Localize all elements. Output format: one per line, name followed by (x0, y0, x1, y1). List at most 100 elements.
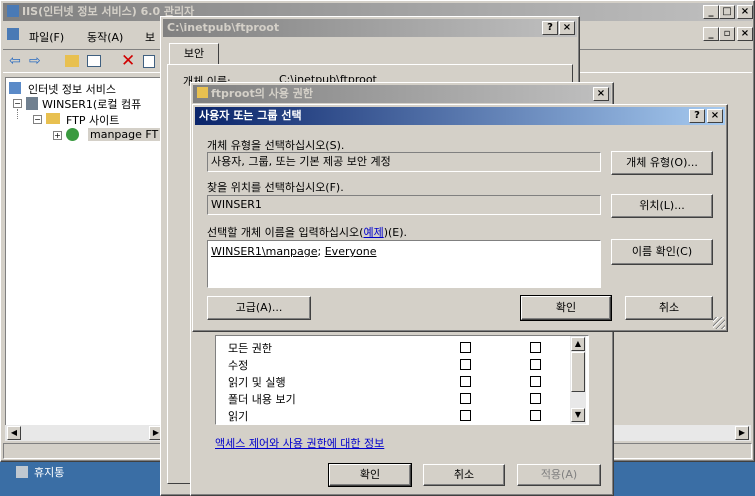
object-type-button-label: 개체 유형(O)... (626, 156, 698, 169)
back-arrow-icon[interactable]: ⇦ (9, 53, 21, 69)
show-tree-icon[interactable] (87, 55, 101, 67)
properties-titlebar: C:\inetpub\ftproot (163, 19, 577, 37)
tree-collapse-server[interactable]: − (13, 99, 22, 108)
tree-line (17, 109, 18, 119)
tree-hscrollbar[interactable]: ◀ ▶ (5, 425, 165, 441)
folder-icon (46, 113, 60, 124)
allow-read-execute-checkbox[interactable] (460, 376, 471, 387)
iis-root-icon (9, 82, 21, 94)
folder-title-icon (197, 87, 208, 98)
select-ok-label: 확인 (555, 301, 577, 314)
permissions-apply-button[interactable]: 적용(A) (517, 464, 601, 486)
check-names-button-label: 이름 확인(C) (631, 245, 693, 258)
check-names-button[interactable]: 이름 확인(C) (611, 239, 713, 265)
permissions-apply-label: 적용(A) (540, 468, 578, 481)
location-label: 찾을 위치를 선택하십시오(F). (207, 181, 344, 194)
permissions-ok-label: 확인 (359, 468, 381, 481)
permissions-close-button[interactable]: × (593, 87, 609, 101)
menu-file[interactable]: 파일(F) (29, 29, 64, 45)
properties-close-button[interactable]: × (559, 21, 575, 35)
allow-read-checkbox[interactable] (460, 410, 471, 421)
allow-list-folder-checkbox[interactable] (460, 393, 471, 404)
select-dialog-title: 사용자 또는 그룹 선택 (199, 109, 302, 122)
permissions-cancel-label: 취소 (453, 468, 475, 481)
menu-action[interactable]: 동작(A) (87, 29, 123, 45)
perm-full-control: 모든 권한 (228, 342, 272, 355)
server-icon (26, 97, 38, 110)
permission-vscrollbar[interactable]: ▲ ▼ (570, 336, 586, 424)
name-separator: ; (317, 245, 325, 258)
main-minimize-button[interactable]: _ (703, 5, 719, 19)
mdi-close-button[interactable]: × (737, 27, 753, 41)
mdi-icon (7, 28, 19, 40)
location-value: WINSER1 (211, 198, 262, 211)
tree-item-ftp-sites[interactable]: FTP 사이트 (66, 112, 119, 128)
tree-item-site[interactable]: manpage FT (88, 128, 161, 141)
allow-full-control-checkbox[interactable] (460, 342, 471, 353)
delete-icon[interactable]: ✕ (121, 51, 135, 71)
perm-read-execute: 읽기 및 실행 (228, 376, 286, 389)
perm-modify: 수정 (228, 359, 249, 372)
resize-grip-icon[interactable] (713, 317, 725, 329)
ftp-site-globe-icon (66, 128, 79, 141)
permissions-titlebar: ftproot의 사용 권한 (193, 85, 611, 103)
menu-view[interactable]: 보 (145, 29, 155, 45)
tree-expand-site[interactable]: + (53, 131, 62, 140)
tree-collapse-ftp[interactable]: − (33, 115, 42, 124)
permissions-ok-button[interactable]: 확인 (328, 463, 412, 487)
select-ok-button[interactable]: 확인 (520, 295, 612, 321)
permissions-cancel-button[interactable]: 취소 (423, 464, 505, 486)
mdi-minimize-button[interactable]: _ (703, 27, 719, 41)
tree-item-server[interactable]: WINSER1(로컬 컴퓨 (42, 96, 141, 112)
tab-security-label: 보안 (183, 47, 205, 60)
select-cancel-button[interactable]: 취소 (625, 296, 713, 320)
right-hscrollbar[interactable]: ▶ (601, 425, 751, 441)
forward-arrow-icon[interactable]: ⇨ (29, 53, 41, 69)
tree-pane: 인터넷 정보 서비스 − WINSER1(로컬 컴퓨 − FTP 사이트 + m… (5, 77, 163, 441)
deny-read-execute-checkbox[interactable] (530, 376, 541, 387)
perm-read: 읽기 (228, 410, 249, 423)
names-label-suffix: )(E). (383, 226, 408, 239)
right-scroll-right-button[interactable]: ▶ (735, 426, 749, 440)
permissions-title: ftproot의 사용 권한 (211, 87, 313, 100)
select-users-dialog: 사용자 또는 그룹 선택 ? × 개체 유형을 선택하십시오(S). 사용자, … (192, 104, 728, 332)
mdi-restore-button[interactable]: ▫ (719, 27, 735, 41)
recycle-bin-icon[interactable] (16, 466, 28, 478)
deny-full-control-checkbox[interactable] (530, 342, 541, 353)
deny-list-folder-checkbox[interactable] (530, 393, 541, 404)
up-folder-icon[interactable] (65, 55, 79, 67)
select-help-button[interactable]: ? (689, 109, 705, 123)
object-names-input[interactable]: WINSER1\manpage; Everyone (207, 240, 601, 288)
examples-link[interactable]: 예제 (363, 226, 383, 239)
properties-title: C:\inetpub\ftproot (167, 21, 280, 34)
select-close-button[interactable]: × (707, 109, 723, 123)
recycle-bin-label: 휴지통 (34, 466, 65, 479)
name-entry-everyone: Everyone (324, 245, 377, 258)
object-type-button[interactable]: 개체 유형(O)... (611, 151, 713, 175)
perm-scroll-up-button[interactable]: ▲ (571, 337, 585, 351)
location-button[interactable]: 위치(L)... (611, 194, 713, 218)
tab-security[interactable]: 보안 (169, 43, 219, 65)
advanced-button[interactable]: 고급(A)... (207, 296, 311, 320)
perm-list-folder: 폴더 내용 보기 (228, 393, 296, 406)
properties-icon[interactable] (143, 55, 155, 68)
perm-scroll-down-button[interactable]: ▼ (571, 408, 585, 422)
properties-help-button[interactable]: ? (542, 21, 558, 35)
object-type-field: 사용자, 그룹, 또는 기본 제공 보안 계정 (207, 152, 601, 172)
location-field: WINSER1 (207, 195, 601, 215)
advanced-button-label: 고급(A)... (235, 301, 283, 314)
main-close-button[interactable]: × (737, 5, 753, 19)
allow-modify-checkbox[interactable] (460, 359, 471, 370)
location-button-label: 위치(L)... (639, 199, 685, 212)
iis-app-icon (7, 5, 19, 17)
tree-item-root[interactable]: 인터넷 정보 서비스 (28, 81, 116, 97)
perm-scroll-thumb[interactable] (571, 352, 585, 392)
deny-read-checkbox[interactable] (530, 410, 541, 421)
scroll-left-button[interactable]: ◀ (7, 426, 21, 440)
select-dialog-titlebar: 사용자 또는 그룹 선택 (195, 107, 725, 125)
deny-modify-checkbox[interactable] (530, 359, 541, 370)
names-label-prefix: 선택할 개체 이름을 입력하십시오( (207, 226, 364, 239)
object-type-label: 개체 유형을 선택하십시오(S). (207, 139, 345, 152)
main-maximize-button[interactable]: □ (719, 5, 735, 19)
permissions-info-link[interactable]: 액세스 제어와 사용 권한에 대한 정보 (215, 435, 384, 451)
